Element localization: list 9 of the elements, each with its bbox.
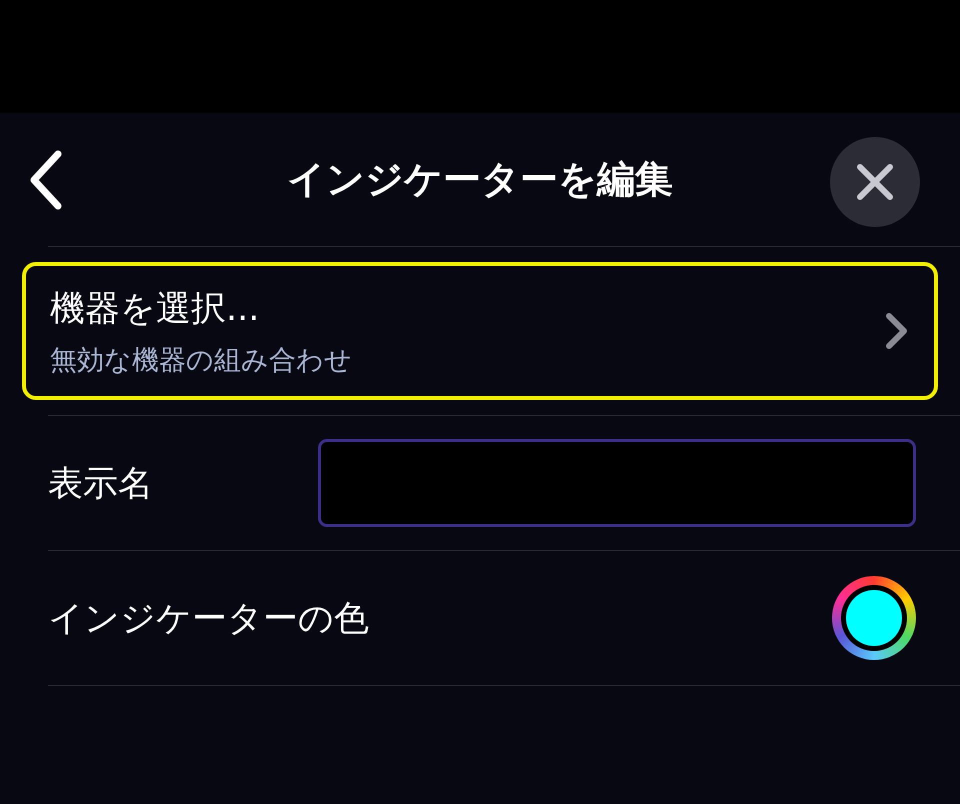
device-select-title: 機器を選択... bbox=[50, 288, 260, 330]
device-select-subtitle: 無効な機器の組み合わせ bbox=[50, 344, 353, 378]
chevron-icon bbox=[884, 311, 910, 351]
page-title: インジケーターを編集 bbox=[287, 156, 673, 203]
device-select-row[interactable]: 機器を選択... 無効な機器の組み合わせ bbox=[22, 262, 938, 400]
display-name-field[interactable] bbox=[318, 439, 916, 527]
close-icon bbox=[855, 162, 895, 202]
display-name-label: 表示名 bbox=[48, 462, 154, 506]
indicator-color-label: インジケーターの色 bbox=[48, 598, 370, 640]
